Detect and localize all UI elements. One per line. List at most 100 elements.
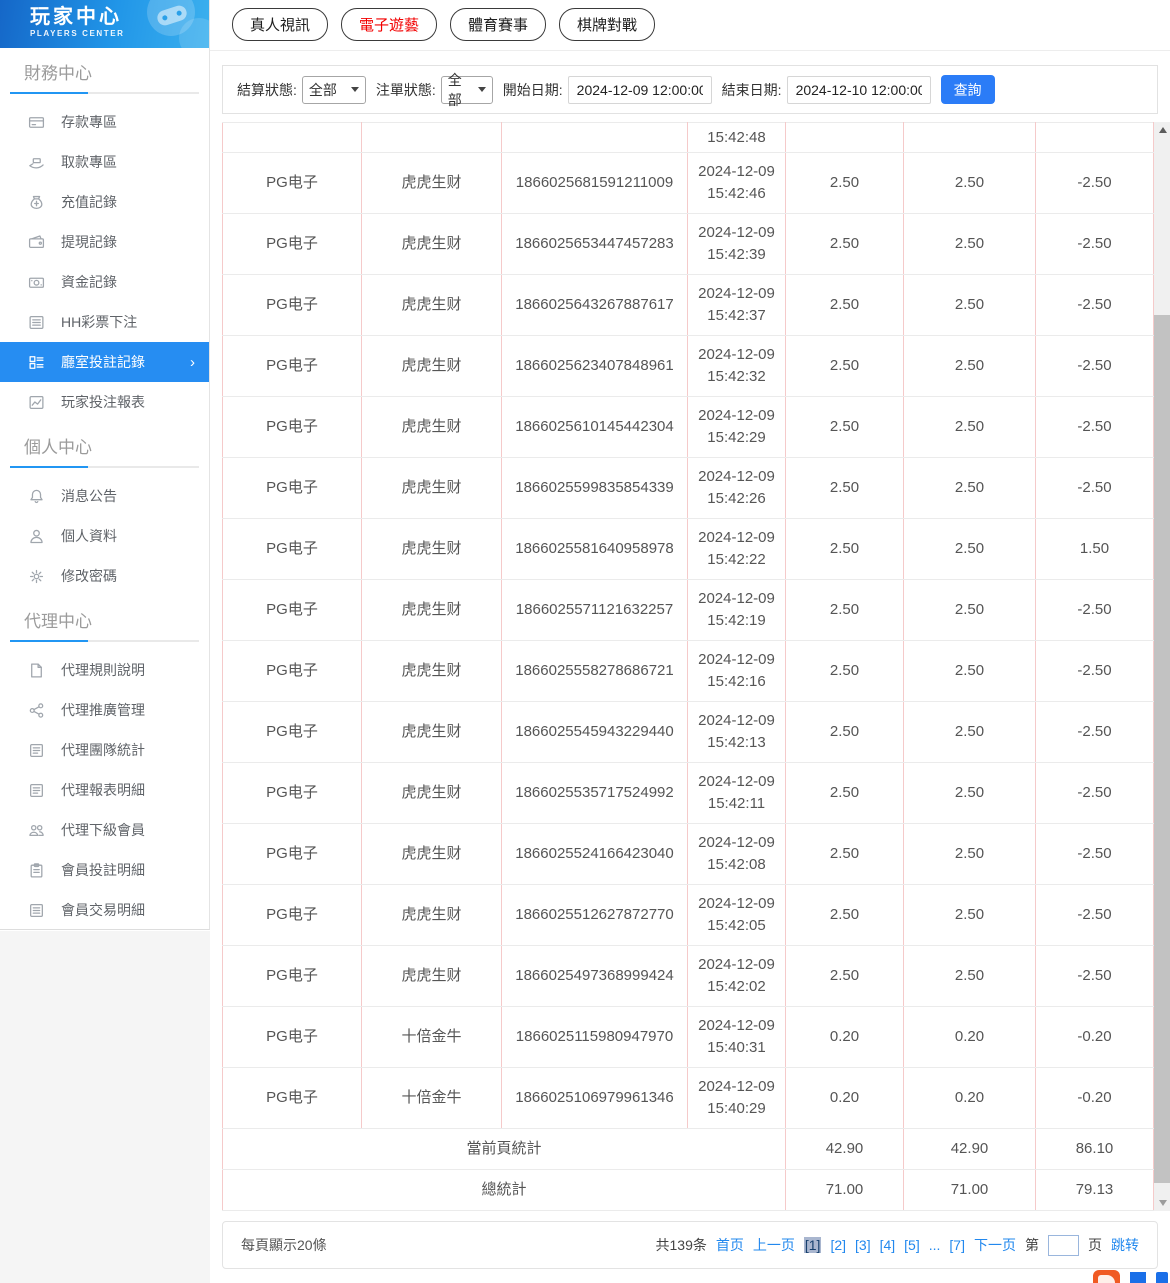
cell-order-id: 1866025106979961346	[501, 1067, 688, 1129]
table-scroll-area: 15:42:48 PG电子 虎虎生财 1866025681591211009 2024-…	[222, 122, 1170, 1211]
cell-provider: PG电子	[222, 457, 362, 519]
cell-time: 2024-12-09 15:40:29	[687, 1067, 786, 1129]
sidebar-item[interactable]: 代理報表明細	[0, 770, 209, 810]
cell-profit: -2.50	[1035, 640, 1154, 702]
cell-bet: 2.50	[785, 762, 904, 824]
cell-order-id: 1866025535717524992	[501, 762, 688, 824]
order-status-select[interactable]: 全部	[440, 72, 493, 108]
cell-order-id: 1866025571121632257	[501, 579, 688, 641]
cell-game: 十倍金牛	[361, 1006, 502, 1068]
pagination-bar: 每頁顯示20條 共139条 首页 上一页 [1] [2] [3] [4] [5]... [7] 下…	[222, 1221, 1158, 1269]
cell-order-id: 1866025524166423040	[501, 823, 688, 885]
chevron-right-icon: ›	[190, 353, 195, 371]
next-page-link[interactable]: 下一页	[974, 1235, 1016, 1255]
scroll-up-arrow[interactable]	[1154, 122, 1170, 138]
cell-game	[361, 122, 502, 153]
tab-active[interactable]: 電子遊藝	[341, 8, 438, 41]
cell-game: 虎虎生财	[361, 640, 502, 702]
sidebar-item-label: 取款專區	[61, 154, 117, 170]
cell-time: 2024-12-09 15:42:29	[687, 396, 786, 458]
sidebar: 玩家中心 PLAYERS CENTER 財務中心 存款專區 取款專區 充值記錄 提現記錄…	[0, 0, 210, 930]
cell-time: 15:42:48	[687, 122, 786, 153]
current-page[interactable]: [1]	[803, 1237, 822, 1253]
sidebar-item[interactable]: 會員交易明細	[0, 890, 209, 929]
cell-provider: PG电子	[222, 396, 362, 458]
summary-value: 42.90	[903, 1128, 1036, 1170]
sidebar-item[interactable]: 玩家投注報表	[0, 382, 209, 422]
cell-profit: -2.50	[1035, 396, 1154, 458]
settle-status-select[interactable]: 全部	[301, 75, 366, 104]
sidebar-item-label: 會員投註明細	[61, 862, 145, 878]
cell-provider: PG电子	[222, 1006, 362, 1068]
sidebar-item[interactable]: 提現記錄	[0, 222, 209, 262]
settle-status-label: 結算狀態:	[237, 81, 297, 98]
table-row: PG电子 虎虎生财 1866025653447457283 2024-12-09 15…	[222, 213, 1154, 275]
cell-valid-bet: 2.50	[903, 518, 1036, 580]
cell-valid-bet: 2.50	[903, 640, 1036, 702]
sidebar-item[interactable]: 充值記錄	[0, 182, 209, 222]
sidebar-item[interactable]: 存款專區	[0, 102, 209, 142]
cell-bet: 2.50	[785, 945, 904, 1007]
page-link[interactable]: [3]	[855, 1237, 871, 1253]
sidebar-item[interactable]: 消息公告	[0, 476, 209, 516]
cell-profit: -2.50	[1035, 701, 1154, 763]
cell-order-id: 1866025681591211009	[501, 152, 688, 214]
cell-time: 2024-12-09 15:42:37	[687, 274, 786, 336]
table-row: PG电子 十倍金牛 1866025106979961346 2024-12-09 15…	[222, 1067, 1154, 1129]
section-title: 財務中心	[24, 64, 92, 83]
sidebar-item[interactable]: HH彩票下注	[0, 302, 209, 342]
withdraw-hand-icon	[28, 154, 45, 171]
sidebar-item[interactable]: 個人資料	[0, 516, 209, 556]
cell-bet: 2.50	[785, 701, 904, 763]
sidebar-item[interactable]: 取款專區	[0, 142, 209, 182]
sidebar-item[interactable]: 資金記錄	[0, 262, 209, 302]
tab-category[interactable]: 棋牌對戰	[559, 8, 656, 41]
vertical-scrollbar[interactable]	[1154, 122, 1170, 1211]
table-row: PG电子 虎虎生财 1866025545943229440 2024-12-09 15…	[222, 701, 1154, 763]
sidebar-bottom-filler	[0, 931, 210, 1283]
search-button[interactable]: 查詢	[940, 75, 995, 104]
cell-game: 虎虎生财	[361, 823, 502, 885]
cell-valid-bet: 2.50	[903, 457, 1036, 519]
scrollbar-thumb[interactable]	[1154, 315, 1170, 1183]
page-link[interactable]: ...	[929, 1237, 941, 1253]
cell-valid-bet: 2.50	[903, 335, 1036, 397]
start-date-input[interactable]	[567, 75, 712, 104]
total-count-label: 共139条	[655, 1237, 707, 1253]
page-link[interactable]: [7]	[949, 1237, 965, 1253]
cell-bet: 2.50	[785, 640, 904, 702]
table-row: PG电子 虎虎生财 1866025535717524992 2024-12-09 15…	[222, 762, 1154, 824]
first-page-link[interactable]: 首页	[716, 1235, 744, 1255]
sidebar-item[interactable]: 會員投註明細	[0, 850, 209, 890]
page-link[interactable]: [5]	[904, 1237, 920, 1253]
sidebar-item-label: 個人資料	[61, 528, 117, 544]
sidebar-item[interactable]: 代理推廣管理	[0, 690, 209, 730]
jump-button[interactable]: 跳转	[1111, 1235, 1139, 1255]
sidebar-item[interactable]: 修改密碼	[0, 556, 209, 596]
jump-page-input[interactable]	[1048, 1234, 1079, 1256]
cell-order-id: 1866025545943229440	[501, 701, 688, 763]
sidebar-item[interactable]: 廳室投註記錄 ›	[0, 342, 209, 382]
cell-profit: -2.50	[1035, 579, 1154, 641]
gear-icon	[28, 568, 45, 585]
cell-game: 十倍金牛	[361, 1067, 502, 1129]
sidebar-item[interactable]: 代理規則說明	[0, 650, 209, 690]
report-detail-icon	[28, 782, 45, 799]
sidebar-item[interactable]: 代理團隊統計	[0, 730, 209, 770]
cell-bet	[785, 122, 904, 153]
section-title: 個人中心	[24, 438, 92, 457]
prev-page-link[interactable]: 上一页	[753, 1235, 795, 1255]
cell-provider: PG电子	[222, 945, 362, 1007]
sidebar-item[interactable]: 代理下級會員	[0, 810, 209, 850]
page-link[interactable]: [4]	[880, 1237, 896, 1253]
withdrawal-wallet-icon	[28, 234, 45, 251]
tab-category[interactable]: 體育賽事	[450, 8, 547, 41]
page-link[interactable]: [2]	[830, 1237, 846, 1253]
sidebar-item-label: 代理團隊統計	[61, 742, 145, 758]
tab-category[interactable]: 真人視訊	[232, 8, 329, 41]
scroll-down-arrow[interactable]	[1154, 1195, 1170, 1211]
start-date-label: 開始日期:	[502, 81, 563, 98]
ime-tray-cutoff	[1093, 1270, 1168, 1283]
end-date-input[interactable]	[786, 75, 931, 104]
table-row: PG电子 虎虎生财 1866025623407848961 2024-12-09 15…	[222, 335, 1154, 397]
